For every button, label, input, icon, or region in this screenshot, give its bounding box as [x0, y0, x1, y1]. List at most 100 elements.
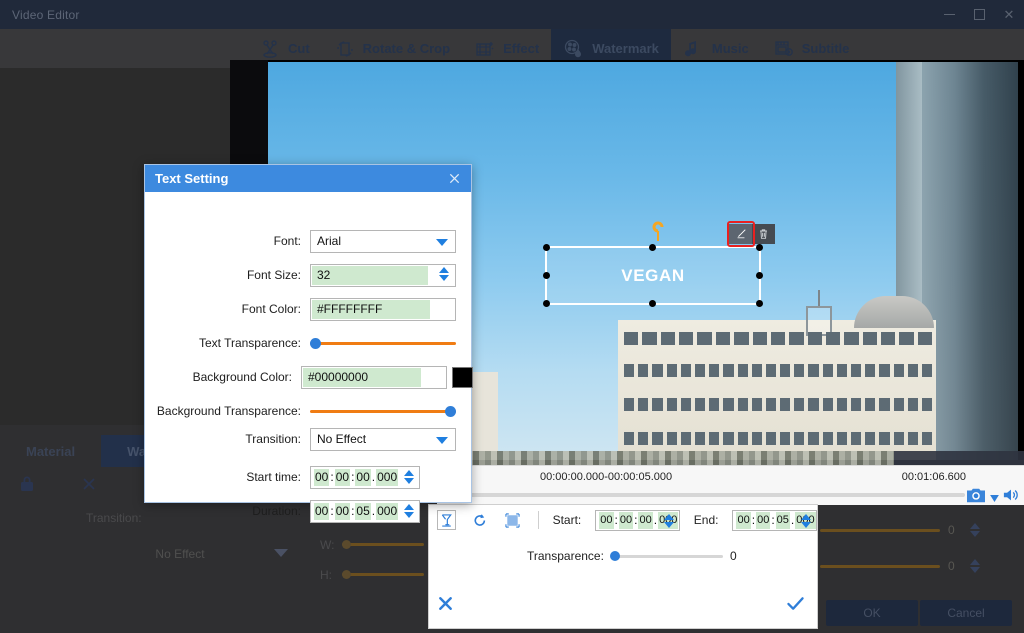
wm-end-mm: 00: [756, 512, 770, 529]
watermark-text: VEGAN: [547, 248, 759, 303]
ok-button-label: OK: [863, 606, 880, 620]
window-controls: ✕: [934, 0, 1024, 29]
watermark-start-time-input[interactable]: 00 : 00 : 00 . 000: [595, 510, 680, 531]
font-size-stepper[interactable]: 32: [310, 264, 456, 287]
watermark-selection-box[interactable]: VEGAN: [545, 246, 761, 305]
scissors-icon: [259, 38, 281, 60]
right-slider-2-stepper[interactable]: [970, 559, 980, 573]
start-time-label: Start time:: [145, 470, 310, 484]
resize-handle-sw[interactable]: [543, 300, 550, 307]
font-select[interactable]: Arial: [310, 230, 456, 253]
trash-icon[interactable]: [752, 224, 775, 244]
resize-handle-nw[interactable]: [543, 244, 550, 251]
watermark-transparence-value: 0: [730, 549, 737, 563]
start-time-hh: 00: [314, 469, 329, 486]
ok-button[interactable]: OK: [826, 600, 918, 626]
timeline-total-label: 00:01:06.600: [902, 471, 966, 483]
close-button[interactable]: ✕: [994, 0, 1024, 29]
text-setting-dialog: Text Setting Font: Arial Font Size: 32: [144, 164, 472, 503]
duration-mm: 00: [335, 503, 350, 520]
bottom-transition-select[interactable]: No Effect: [70, 543, 290, 565]
watermark-start-label: Start:: [553, 513, 582, 527]
bottom-tab-material[interactable]: Material: [0, 435, 101, 467]
close-icon[interactable]: [78, 473, 100, 495]
bottom-transition-label: Transition:: [86, 511, 142, 525]
resize-handle-w[interactable]: [543, 272, 550, 279]
filmstrip[interactable]: [437, 451, 1024, 465]
camera-icon[interactable]: [965, 486, 987, 509]
nav-item-watermark-label: Watermark: [592, 41, 659, 56]
duration-input[interactable]: 00 : 00 : 05 . 000: [310, 500, 420, 523]
font-label: Font:: [145, 234, 310, 248]
row-duration: Duration: 00 : 00 : 05 . 000: [145, 498, 473, 524]
timeline-scrubber[interactable]: [437, 493, 965, 497]
close-x-icon[interactable]: [437, 595, 454, 617]
nav-item-rotate-crop-label: Rotate & Crop: [363, 41, 450, 56]
watermark-width-slider[interactable]: [342, 543, 424, 546]
resize-handle-s[interactable]: [649, 300, 656, 307]
app-title: Video Editor: [12, 8, 80, 22]
font-size-value: 32: [317, 268, 330, 282]
background-color-label: Background Color:: [145, 370, 301, 384]
start-time-ms: 000: [376, 469, 398, 486]
watermark-height-slider[interactable]: [342, 573, 424, 576]
text-transparence-slider[interactable]: [310, 336, 456, 350]
row-font-color: Font Color: #FFFFFFFF: [145, 296, 473, 322]
lock-icon[interactable]: [16, 473, 38, 495]
resize-handle-se[interactable]: [756, 300, 763, 307]
volume-icon[interactable]: [1002, 487, 1020, 508]
mosaic-grid-icon[interactable]: [503, 510, 522, 530]
font-color-label: Font Color:: [145, 302, 310, 316]
background-color-field[interactable]: #00000000: [301, 366, 473, 389]
background-transparence-slider[interactable]: [310, 404, 456, 418]
start-time-ss: 00: [355, 469, 370, 486]
font-size-arrows[interactable]: [439, 267, 449, 281]
start-time-stepper[interactable]: [404, 470, 414, 484]
bottom-transition-value: No Effect: [155, 547, 204, 561]
wm-start-stepper[interactable]: [664, 514, 674, 528]
timeline-bar: 00:00:00.000-00:00:05.000 00:01:06.600: [437, 465, 1024, 505]
transition-select[interactable]: No Effect: [310, 428, 456, 451]
watermark-end-time-input[interactable]: 00 : 00 : 05 . 000: [732, 510, 817, 531]
rotate-crop-icon: [334, 38, 356, 60]
duration-label: Duration:: [145, 504, 310, 518]
right-slider-1-value: 0: [948, 523, 962, 537]
wm-end-stepper[interactable]: [801, 514, 811, 528]
start-time-input[interactable]: 00 : 00 : 00 . 000: [310, 466, 420, 489]
chevron-down-icon: [436, 239, 448, 246]
watermark-height-label: H:: [320, 568, 333, 582]
resize-handle-ne[interactable]: [756, 244, 763, 251]
right-slider-1-stepper[interactable]: [970, 523, 980, 537]
right-slider-1[interactable]: [820, 529, 940, 532]
bottom-panel-tools: [16, 473, 162, 495]
dialog-titlebar: Text Setting: [145, 165, 471, 192]
start-time-mm: 00: [335, 469, 350, 486]
nav-item-subtitle-label: Subtitle: [802, 41, 850, 56]
resize-handle-n[interactable]: [649, 244, 656, 251]
chevron-down-icon[interactable]: [274, 549, 288, 557]
row-background-color: Background Color: #00000000: [145, 364, 473, 390]
nav-item-music-label: Music: [712, 41, 749, 56]
right-slider-row-2: 0: [820, 559, 980, 573]
background-color-swatch[interactable]: [452, 367, 473, 388]
rotate-handle[interactable]: [650, 220, 664, 244]
row-background-transparence: Background Transparence:: [145, 398, 473, 424]
minimize-button[interactable]: [934, 0, 964, 29]
highlight-ring: [727, 221, 755, 247]
cancel-button-label: Cancel: [947, 606, 984, 620]
duration-stepper[interactable]: [404, 504, 414, 518]
font-value: Arial: [317, 234, 341, 248]
wm-start-ss: 00: [638, 512, 652, 529]
bottom-tab-material-label: Material: [26, 444, 75, 459]
watermark-transparence-slider[interactable]: [611, 555, 723, 558]
watermark-transparence-row: Transparence: 0: [527, 549, 737, 563]
check-icon[interactable]: [786, 595, 805, 617]
dialog-close-icon[interactable]: [445, 170, 463, 188]
cancel-button[interactable]: Cancel: [920, 600, 1012, 626]
right-slider-2[interactable]: [820, 565, 940, 568]
maximize-button[interactable]: [964, 0, 994, 29]
resize-handle-e[interactable]: [756, 272, 763, 279]
font-color-field[interactable]: #FFFFFFFF: [310, 298, 456, 321]
caret-down-icon[interactable]: [990, 489, 999, 507]
row-font: Font: Arial: [145, 228, 473, 254]
